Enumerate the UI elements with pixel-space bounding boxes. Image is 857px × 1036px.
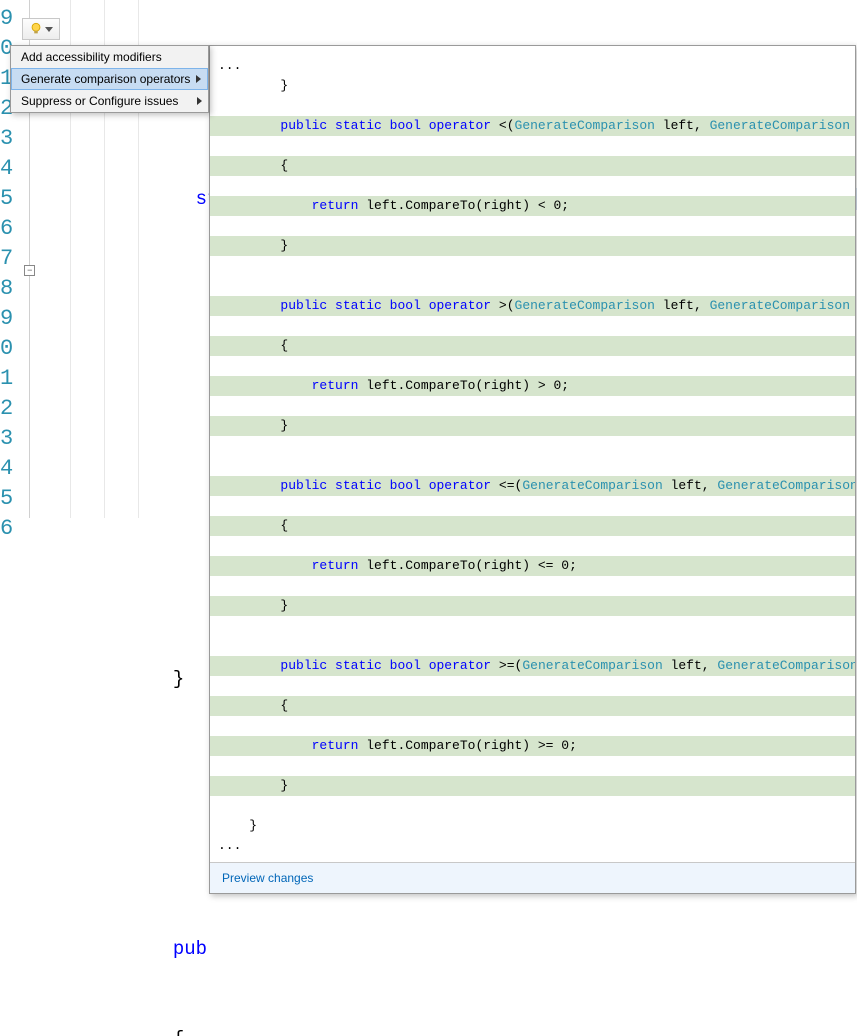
line-number: 3	[0, 124, 15, 154]
chevron-right-icon	[196, 75, 201, 83]
line-number: 1	[0, 364, 15, 394]
preview-code: ... } public static bool operator <(Gene…	[210, 46, 855, 862]
quick-action-item[interactable]: Add accessibility modifiers	[11, 46, 208, 68]
line-number: 0	[0, 334, 15, 364]
quick-action-item[interactable]: Suppress or Configure issues	[11, 90, 208, 112]
line-number: 9	[0, 4, 15, 34]
chevron-down-icon	[45, 27, 53, 32]
line-number: 9	[0, 304, 15, 334]
quick-actions-button[interactable]	[22, 18, 60, 40]
line-number: 4	[0, 154, 15, 184]
preview-changes-link[interactable]: Preview changes	[222, 871, 313, 885]
line-number: 5	[0, 484, 15, 514]
preview-flyout: ... } public static bool operator <(Gene…	[209, 45, 856, 894]
line-number: 6	[0, 214, 15, 244]
code-line[interactable]: pub	[36, 934, 857, 964]
line-number: 6	[0, 514, 15, 544]
line-number: 8	[0, 274, 15, 304]
line-number: 3	[0, 424, 15, 454]
line-number: 4	[0, 454, 15, 484]
fold-toggle-icon[interactable]: −	[24, 265, 35, 276]
line-number: 7	[0, 244, 15, 274]
quick-action-item[interactable]: Generate comparison operators	[11, 68, 208, 90]
preview-footer: Preview changes	[210, 862, 855, 893]
line-number: 5	[0, 184, 15, 214]
quick-actions-menu: Add accessibility modifiersGenerate comp…	[10, 45, 209, 113]
chevron-right-icon	[197, 97, 202, 105]
lightbulb-icon	[29, 22, 43, 36]
line-number: 2	[0, 394, 15, 424]
code-line[interactable]: {	[36, 1024, 857, 1036]
